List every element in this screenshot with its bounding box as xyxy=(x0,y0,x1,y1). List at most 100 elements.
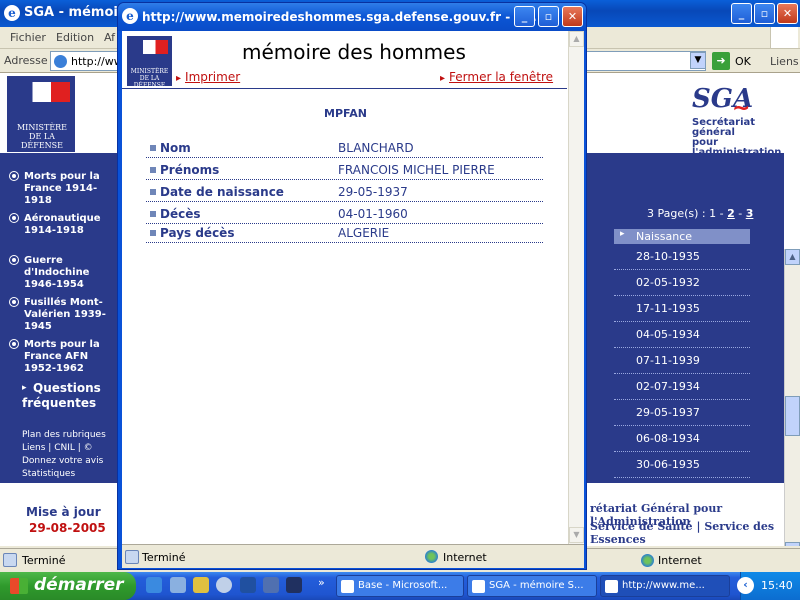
link-avis[interactable]: Donnez votre avis xyxy=(22,455,103,468)
bullet-icon xyxy=(10,172,18,180)
print-link[interactable]: Imprimer xyxy=(176,70,240,84)
grid-quicklaunch-icon[interactable] xyxy=(240,577,256,593)
popup-scrollbar[interactable]: ▲ ▼ xyxy=(568,31,584,544)
link-liens-cnil[interactable]: Liens | CNIL | © xyxy=(22,442,93,455)
sort-arrow-icon: ▸ xyxy=(620,229,625,239)
field-row-pays-deces: Pays décès ALGERIE xyxy=(146,221,543,243)
tool-quicklaunch-icon[interactable] xyxy=(263,577,279,593)
field-value: ALGERIE xyxy=(338,226,390,240)
windows-flag-icon xyxy=(10,578,28,594)
menu-affichage[interactable]: Af xyxy=(104,31,115,44)
field-value: 29-05-1937 xyxy=(338,185,408,199)
scroll-up-icon[interactable]: ▲ xyxy=(785,249,800,265)
address-value: http://ww xyxy=(71,55,123,68)
ie-icon: e xyxy=(4,5,20,21)
page-done-icon xyxy=(3,553,17,567)
date-cell: 28-10-1935 xyxy=(614,250,750,270)
ministry-logo: MINISTÈRE DE LA DÉFENSE xyxy=(7,76,75,152)
field-value: 04-01-1960 xyxy=(338,207,408,221)
page-done-icon xyxy=(125,550,139,564)
task-sga-memoire[interactable]: SGA - mémoire S... xyxy=(467,575,597,597)
date-cell: 02-07-1934 xyxy=(614,380,750,400)
column-header-naissance[interactable]: ▸ Naissance xyxy=(614,229,750,244)
go-button[interactable]: OK xyxy=(735,55,751,68)
field-row-prenoms: Prénoms FRANCOIS MICHEL PIERRE xyxy=(146,158,543,180)
media-quicklaunch-icon[interactable] xyxy=(216,577,232,593)
service-sante-link[interactable]: Service de Santé xyxy=(590,520,693,533)
update-date: 29-08-2005 xyxy=(29,521,106,535)
field-row-nom: Nom BLANCHARD xyxy=(146,136,543,158)
close-icon[interactable]: ✕ xyxy=(777,3,798,24)
field-value: FRANCOIS MICHEL PIERRE xyxy=(338,163,495,177)
task-label: Base - Microsoft... xyxy=(358,580,448,591)
date-cell: 04-05-1934 xyxy=(614,328,750,348)
field-label: Date de naissance xyxy=(150,185,284,199)
update-area: Mise à jour 29-08-2005 xyxy=(0,483,118,546)
windows-logo-icon xyxy=(770,27,798,48)
date-cell: 30-06-1935 xyxy=(614,458,750,478)
tray-expand-icon[interactable]: ‹ xyxy=(737,577,754,594)
task-label: http://www.me... xyxy=(622,580,705,591)
popup-title: http://www.memoiredeshommes.sga.defense.… xyxy=(142,10,537,24)
menu-edition[interactable]: Edition xyxy=(56,31,94,44)
popup-logo-text: MINISTÈRE DE LA DÉFENSE xyxy=(130,68,169,89)
go-arrow-icon[interactable]: ➜ xyxy=(712,52,730,70)
popup-status-text: Terminé xyxy=(142,551,186,564)
popup-heading: mémoire des hommes xyxy=(242,40,466,64)
system-tray: ‹ 15:40 xyxy=(737,572,800,600)
app-quicklaunch-icon[interactable] xyxy=(193,577,209,593)
popup-scroll-down-icon[interactable]: ▼ xyxy=(569,527,584,543)
popup-close-icon[interactable]: ✕ xyxy=(562,6,583,27)
popup-window: e http://www.memoiredeshommes.sga.defens… xyxy=(117,2,587,570)
address-dropdown-icon[interactable]: ▼ xyxy=(690,52,706,69)
close-window-link[interactable]: Fermer la fenêtre xyxy=(440,70,553,84)
sga-sub-line1: Secrétariat général xyxy=(692,117,756,138)
taskbar: démarrer » Base - Microsoft... SGA - mém… xyxy=(0,572,800,600)
bullet-icon xyxy=(10,214,18,222)
record-subtitle: MPFAN xyxy=(324,107,367,120)
task-popup-url[interactable]: http://www.me... xyxy=(600,575,730,597)
outlook-quicklaunch-icon[interactable] xyxy=(170,577,186,593)
ie-task-icon xyxy=(605,580,618,593)
popup-minimize-icon[interactable]: _ xyxy=(514,6,535,27)
access-icon xyxy=(341,580,354,593)
popup-scroll-up-icon[interactable]: ▲ xyxy=(569,31,584,47)
update-label: Mise à jour xyxy=(26,505,101,519)
minimize-icon[interactable]: _ xyxy=(731,3,752,24)
chevron-right-icon[interactable]: » xyxy=(318,576,325,589)
field-row-naissance: Date de naissance 29-05-1937 xyxy=(146,180,543,202)
sga-subtitle: Secrétariat général pour l'administratio… xyxy=(692,118,800,158)
bullet-icon xyxy=(10,256,18,264)
french-flag-icon xyxy=(14,82,70,102)
main-zone-text: Internet xyxy=(658,554,702,567)
date-cell: 29-05-1937 xyxy=(614,406,750,426)
bullet-icon xyxy=(10,298,18,306)
ie-quicklaunch-icon[interactable] xyxy=(146,577,162,593)
task-base-access[interactable]: Base - Microsoft... xyxy=(336,575,464,597)
page-2-link[interactable]: 2 xyxy=(727,207,735,220)
ie-task-icon xyxy=(472,580,485,593)
cmd-quicklaunch-icon[interactable] xyxy=(286,577,302,593)
link-plan[interactable]: Plan des rubriques xyxy=(22,429,106,442)
popup-status-bar: Terminé Internet xyxy=(122,544,584,568)
popup-ministry-logo: MINISTÈRE DE LA DÉFENSE xyxy=(127,36,172,89)
clock: 15:40 xyxy=(761,579,793,592)
start-button[interactable]: démarrer xyxy=(0,572,136,600)
pagination-label: 3 Page(s) : 1 - xyxy=(647,207,724,220)
links-label[interactable]: Liens xyxy=(770,55,799,68)
link-stats[interactable]: Statistiques xyxy=(22,468,75,481)
date-cell: 02-05-1932 xyxy=(614,276,750,296)
field-label: Décès xyxy=(150,207,201,221)
page-3-link[interactable]: 3 xyxy=(746,207,754,220)
address-label: Adresse xyxy=(4,54,48,67)
footer-services: Service de Santé | Service des Essences xyxy=(590,520,800,546)
field-label: Pays décès xyxy=(149,226,235,240)
maximize-icon[interactable]: ▫ xyxy=(754,3,775,24)
sga-sub-line2: pour l'administration xyxy=(692,137,782,158)
popup-maximize-icon[interactable]: ▫ xyxy=(538,6,559,27)
popup-zone-text: Internet xyxy=(443,551,487,564)
ministry-text: MINISTÈRE DE LA DÉFENSE xyxy=(16,123,68,150)
popup-title-bar[interactable]: e http://www.memoiredeshommes.sga.defens… xyxy=(118,3,586,31)
menu-fichier[interactable]: Fichier xyxy=(10,31,46,44)
scroll-thumb[interactable] xyxy=(785,396,800,436)
